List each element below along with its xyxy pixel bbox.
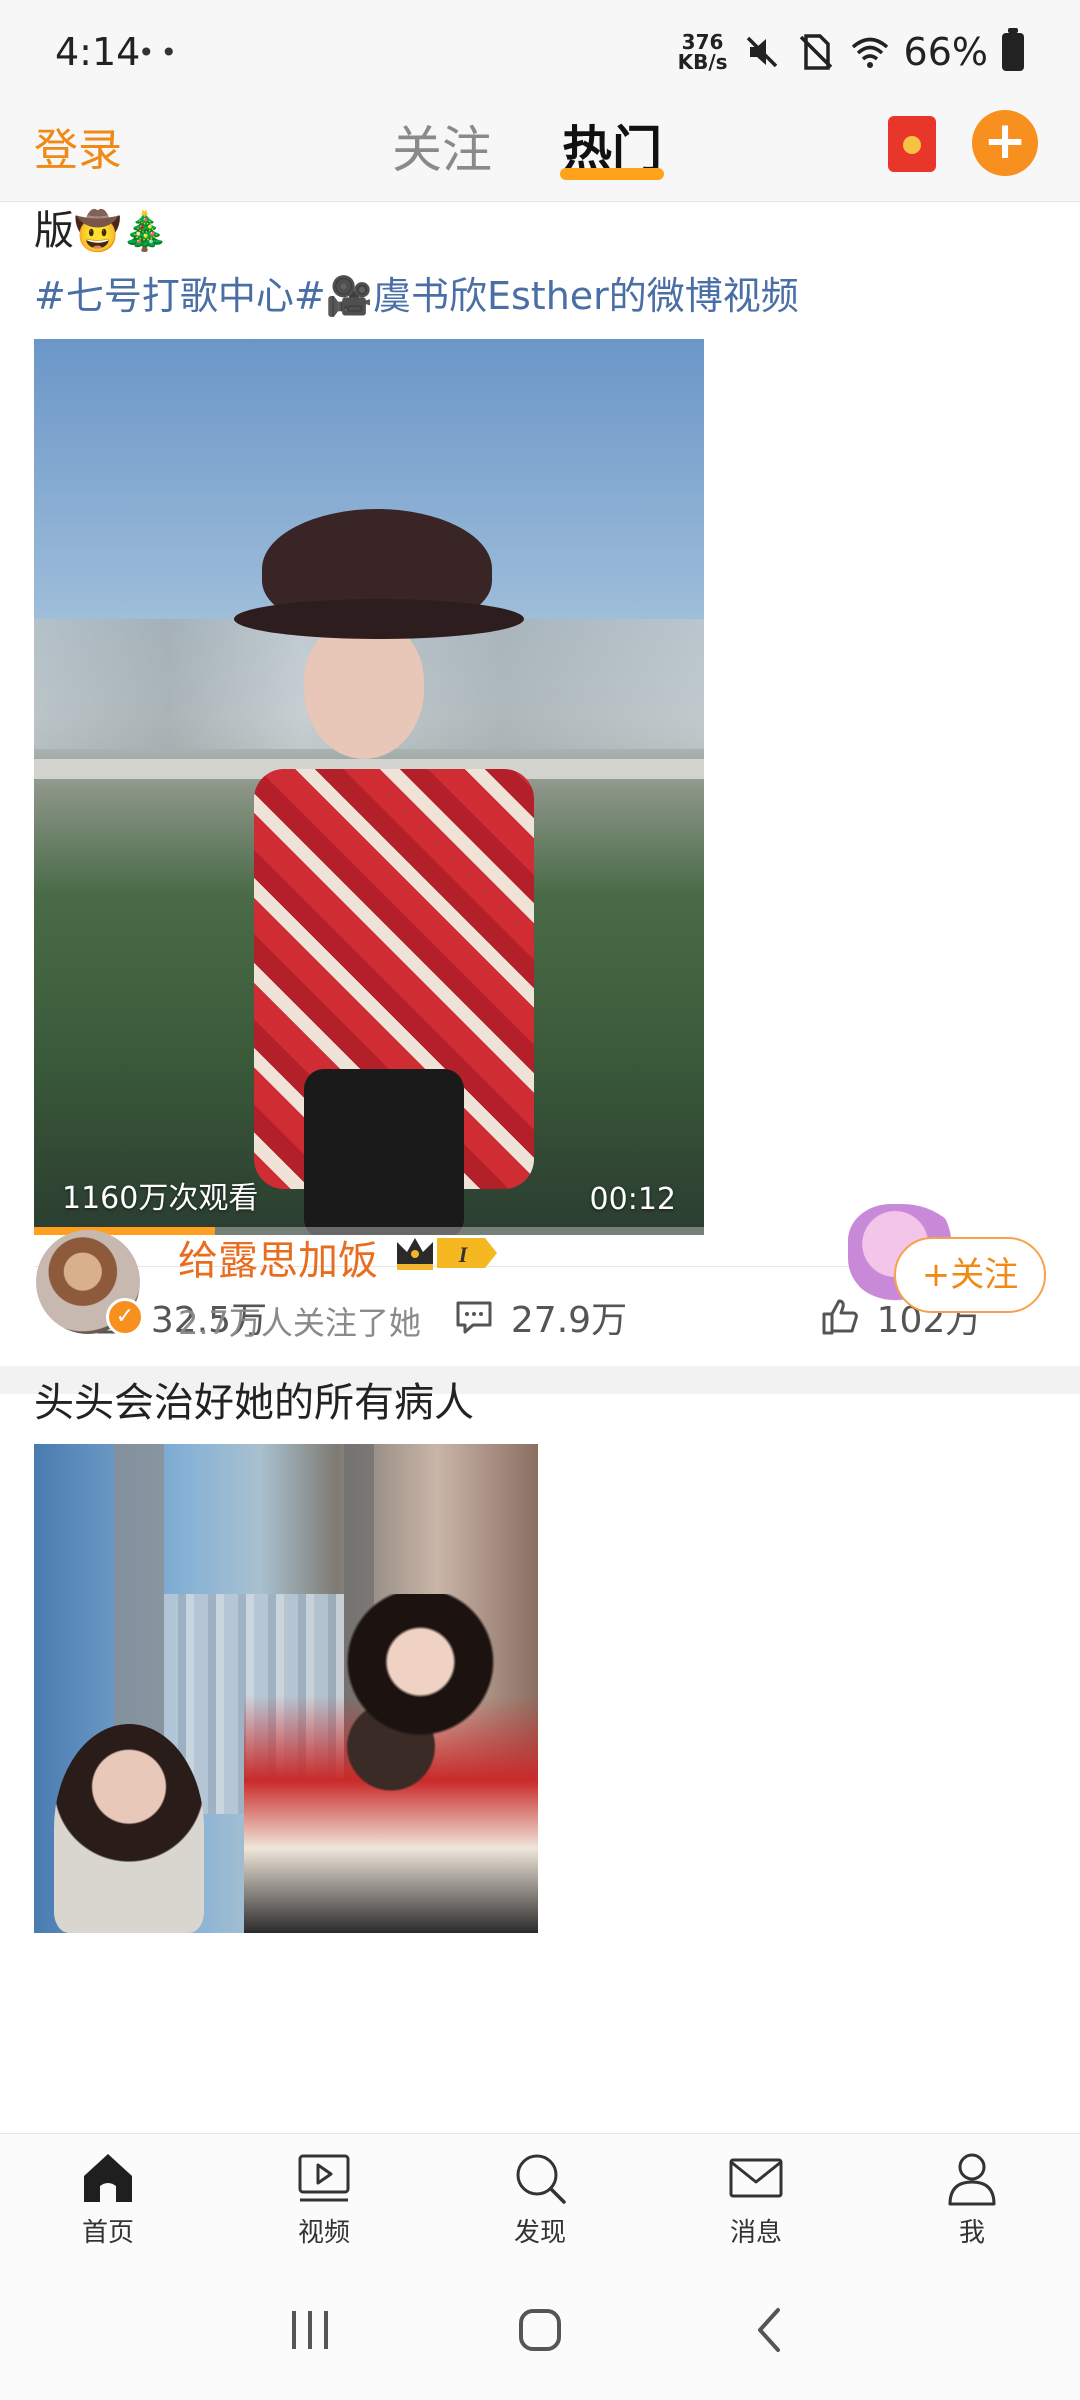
network-speed: 376 KB/s [678, 32, 728, 72]
login-button[interactable]: 登录 [34, 114, 122, 178]
recent-apps-icon[interactable] [280, 2305, 340, 2355]
nav-messages-label: 消息 [729, 2218, 782, 2248]
status-right-group: 376 KB/s 66% [678, 28, 1024, 74]
comment-button[interactable]: 27.9万 [360, 1267, 720, 1367]
post1-text: 版🤠🎄 [34, 203, 1044, 259]
mail-icon [729, 2158, 783, 2198]
tab-follow[interactable]: 关注 [392, 110, 492, 182]
comment-icon [456, 1301, 492, 1334]
nav-profile-label: 我 [958, 2218, 985, 2248]
video-person-pants [304, 1069, 464, 1235]
video-person-hat-brim [234, 599, 524, 639]
network-speed-value: 376 [681, 30, 724, 54]
post1-emojis: 🤠🎄 [74, 209, 169, 253]
post1-text-tail: 版 [34, 208, 74, 254]
nav-home[interactable]: 首页 [0, 2134, 216, 2263]
battery-percent: 66% [903, 30, 988, 74]
bottom-nav: 首页 视频 发现 消息 我 [0, 2133, 1080, 2263]
red-envelope-icon[interactable] [888, 116, 936, 172]
video-icon [298, 2154, 350, 2202]
post-separator [0, 1366, 1080, 1394]
nav-messages[interactable]: 消息 [648, 2134, 864, 2263]
video-view-count: 1160万次观看 [62, 1181, 259, 1216]
avatar[interactable] [36, 1230, 140, 1334]
post1-video-player[interactable]: 1160万次观看 00:12 [34, 339, 704, 1235]
no-sim-icon [799, 34, 832, 70]
search-icon [516, 2154, 566, 2204]
post1-hashtags[interactable]: #七号打歌中心#🎥虞书欣Esther的微博视频 [34, 265, 799, 320]
username[interactable]: 给露思加饭 [178, 1228, 378, 1286]
image-person-left [54, 1724, 204, 1933]
home-button-icon[interactable] [510, 2305, 570, 2355]
top-nav: 登录 关注 热门 + [0, 110, 1080, 202]
post2-image[interactable] [34, 1444, 538, 1933]
person-icon [948, 2153, 996, 2206]
battery-icon [1002, 28, 1024, 71]
nav-discover[interactable]: 发现 [432, 2134, 648, 2263]
network-speed-unit: KB/s [677, 50, 728, 74]
status-time: 4:14 [55, 30, 141, 74]
image-person-right [244, 1594, 538, 1933]
nav-video[interactable]: 视频 [216, 2134, 432, 2263]
comment-count: 27.9万 [510, 1300, 628, 1341]
compose-button[interactable]: + [972, 110, 1038, 176]
active-tab-indicator [560, 168, 664, 180]
status-notification-icons: •• [138, 36, 184, 69]
back-icon[interactable] [740, 2305, 800, 2355]
wifi-icon [851, 37, 888, 68]
nav-discover-label: 发现 [513, 2218, 566, 2248]
nav-home-label: 首页 [81, 2218, 134, 2248]
repost-count: 32.5万 [150, 1300, 268, 1341]
system-nav-bar [0, 2263, 1080, 2400]
video-person-face [304, 619, 424, 759]
nav-profile[interactable]: 我 [864, 2134, 1080, 2263]
nav-video-label: 视频 [297, 2218, 350, 2248]
home-icon [84, 2154, 132, 2202]
status-bar: 4:14 •• 376 KB/s 66% [0, 0, 1080, 110]
thumbs-up-icon [822, 1299, 858, 1335]
video-person-figure [234, 509, 564, 1235]
mute-icon [746, 36, 777, 68]
follow-button[interactable]: +关注 [894, 1237, 1046, 1313]
video-duration: 00:12 [589, 1182, 676, 1217]
